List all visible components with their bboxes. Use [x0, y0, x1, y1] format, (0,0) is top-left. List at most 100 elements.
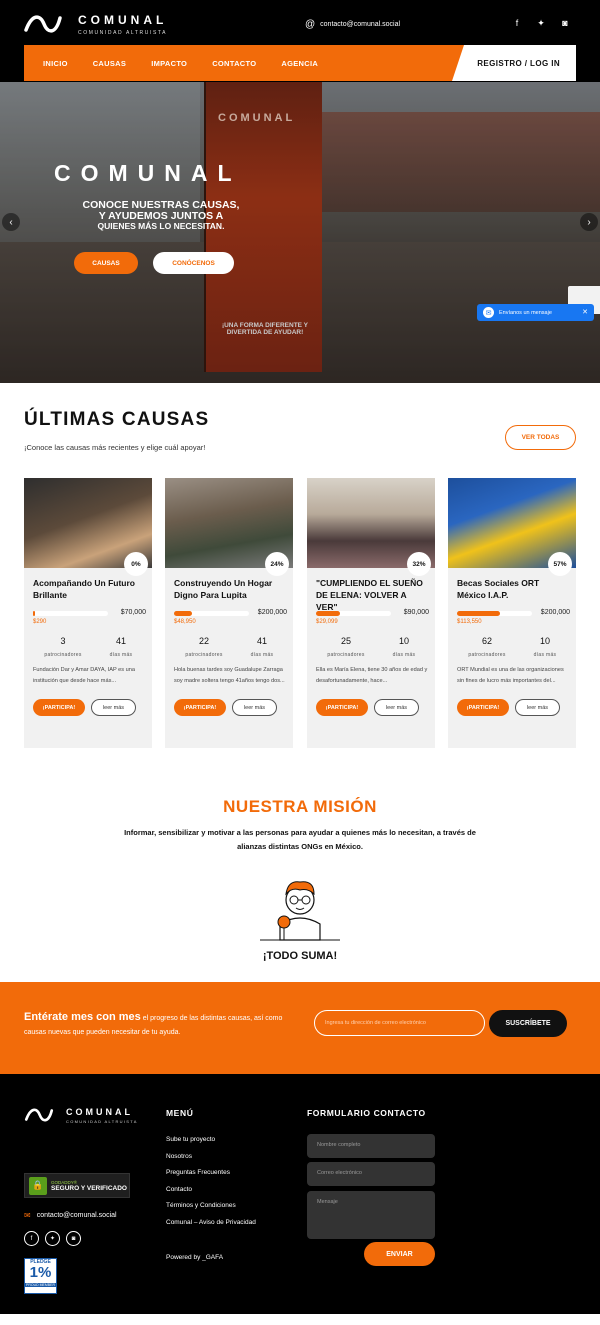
footer-email-text: contacto@comunal.social [36, 1212, 117, 1219]
twitter-icon[interactable]: ✦ [45, 1231, 60, 1246]
newsletter-email-input[interactable]: Ingresa tu dirección de correo electróni… [314, 1010, 485, 1036]
godaddy-seal[interactable]: 🔒 GODADDY® SEGURO Y VERIFICADO [24, 1173, 130, 1198]
read-more-button[interactable]: leer más [374, 699, 419, 716]
slider-next-icon[interactable]: › [580, 213, 598, 231]
cause-raised: $48,950 [174, 619, 196, 625]
cause-days: 41 días más [96, 636, 146, 658]
hero-title: CONOCE NUESTRAS CAUSAS, Y AYUDEMOS JUNTO… [56, 200, 266, 222]
cause-image[interactable]: 24% [165, 478, 293, 576]
participate-button[interactable]: ¡PARTICIPA! [457, 699, 509, 716]
header-socials: f ✦ ◙ [512, 18, 570, 29]
footer-menu-title: MENÚ [166, 1108, 194, 1118]
cause-title[interactable]: Acompañando Un Futuro Brillante [33, 577, 145, 601]
cause-days: 10 días más [520, 636, 570, 658]
cause-title[interactable]: "CUMPLIENDO EL SUEÑO DE ELENA: VOLVER A … [316, 577, 428, 613]
nav-item-impacto[interactable]: IMPACTO [151, 59, 187, 68]
logo-tagline: COMUNIDAD ALTRUISTA [78, 29, 168, 36]
nav-item-inicio[interactable]: INICIO [43, 59, 68, 68]
instagram-icon[interactable]: ◙ [66, 1231, 81, 1246]
contact-send-button[interactable]: ENVIAR [364, 1242, 435, 1266]
main-nav: INICIO CAUSAS IMPACTO CONTACTO AGENCIA R… [24, 45, 576, 81]
footer-menu-item[interactable]: Nosotros [166, 1153, 256, 1170]
at-icon: @ [305, 19, 316, 30]
mission-text: Informar, sensibilizar y motivar a las p… [124, 828, 476, 851]
cause-progress-bar [316, 611, 391, 616]
cause-card[interactable]: 24% Construyendo Un Hogar Digno Para Lup… [165, 478, 293, 748]
cause-percent-badge: 24% [265, 552, 289, 576]
cause-goal: $70,000 [120, 609, 146, 616]
footer: COMUNAL COMUNIDAD ALTRUISTA 🔒 GODADDY® S… [0, 1074, 600, 1314]
footer-menu-item[interactable]: Sube tu proyecto [166, 1136, 256, 1153]
footer-menu-item[interactable]: Términos y Condiciones [166, 1202, 256, 1219]
subscribe-button[interactable]: SUSCRÍBETE [489, 1010, 567, 1037]
cause-description: Fundación Dar y Amar DAYA, IAP es una in… [33, 667, 135, 684]
cause-raised: $29,099 [316, 619, 338, 625]
cause-percent-badge: 32% [407, 552, 431, 576]
footer-menu-item[interactable]: Contacto [166, 1186, 256, 1203]
cause-description: ORT Mundial es una de las organizaciones… [457, 667, 564, 684]
cause-image[interactable]: 57% [448, 478, 576, 576]
messenger-chat-button[interactable]: ✉ Envíanos un mensaje ✕ [477, 304, 594, 321]
days-label: días más [109, 652, 133, 658]
cause-title[interactable]: Construyendo Un Hogar Digno Para Lupita [174, 577, 286, 601]
newsletter-section: Entérate mes con mes el progreso de las … [0, 982, 600, 1074]
days-count: 41 [256, 636, 267, 646]
participate-button[interactable]: ¡PARTICIPA! [316, 699, 368, 716]
contact-email-field[interactable]: Correo electrónico [307, 1162, 435, 1186]
nav-item-contacto[interactable]: CONTACTO [212, 59, 256, 68]
contact-name-field[interactable]: Nombre completo [307, 1134, 435, 1158]
cause-image[interactable]: 32% [307, 478, 435, 576]
cause-sponsors: 3 patrocinadores [38, 636, 88, 658]
cause-card[interactable]: 0% Acompañando Un Futuro Brillante $70,0… [24, 478, 152, 748]
see-all-button[interactable]: VER TODAS [505, 425, 576, 450]
cause-goal: $200,000 [540, 609, 570, 616]
cause-image[interactable]: 0% [24, 478, 152, 576]
contact-message-field[interactable]: Mensaje [307, 1191, 435, 1239]
read-more-button[interactable]: leer más [91, 699, 136, 716]
powered-by[interactable]: Powered by _GAFA [166, 1254, 223, 1261]
cause-goal: $200,000 [257, 609, 287, 616]
nav-item-agencia[interactable]: AGENCIA [281, 59, 318, 68]
cause-days: 10 días más [379, 636, 429, 658]
days-count: 10 [398, 636, 409, 646]
footer-menu-item[interactable]: Comunal – Aviso de Privacidad [166, 1219, 256, 1236]
cause-percent-badge: 0% [124, 552, 148, 576]
cause-description: Hola buenas tardes soy Guadalupe Zarraga… [174, 667, 285, 684]
cause-progress-bar [457, 611, 532, 616]
facebook-icon[interactable]: f [512, 18, 522, 29]
footer-menu-item[interactable]: Preguntas Frecuentes [166, 1169, 256, 1186]
footer-logo[interactable]: COMUNAL COMUNIDAD ALTRUISTA [24, 1106, 138, 1124]
sponsors-label: patrocinadores [185, 652, 223, 658]
login-button[interactable]: REGISTRO / LOG IN [452, 45, 576, 81]
hero-conocenos-button[interactable]: CONÓCENOS [153, 252, 234, 274]
cause-title[interactable]: Becas Sociales ORT México I.A.P. [457, 577, 569, 601]
close-icon[interactable]: ✕ [582, 308, 588, 316]
contact-form-title: FORMULARIO CONTACTO [307, 1108, 426, 1118]
cause-card[interactable]: 57% Becas Sociales ORT México I.A.P. $20… [448, 478, 576, 748]
sponsors-label: patrocinadores [44, 652, 82, 658]
twitter-icon[interactable]: ✦ [536, 18, 546, 29]
nav-item-causas[interactable]: CAUSAS [93, 59, 126, 68]
sponsors-label: patrocinadores [468, 652, 506, 658]
instagram-icon[interactable]: ◙ [560, 18, 570, 29]
messenger-icon: ✉ [483, 307, 494, 318]
cause-card[interactable]: 32% "CUMPLIENDO EL SUEÑO DE ELENA: VOLVE… [307, 478, 435, 748]
pledge-badge[interactable]: PLEDGE 1% PROUD MEMBER [24, 1258, 57, 1294]
cause-sponsors: 62 patrocinadores [462, 636, 512, 658]
read-more-button[interactable]: leer más [232, 699, 277, 716]
hero-causas-button[interactable]: CAUSAS [74, 252, 138, 274]
footer-email[interactable]: ✉ contacto@comunal.social [24, 1211, 117, 1220]
participate-button[interactable]: ¡PARTICIPA! [33, 699, 85, 716]
cause-progress-bar [33, 611, 108, 616]
read-more-button[interactable]: leer más [515, 699, 560, 716]
cause-raised: $290 [33, 619, 47, 625]
hero-overlay [0, 82, 600, 383]
header-email[interactable]: @ contacto@comunal.social [305, 19, 400, 30]
slider-prev-icon[interactable]: ‹ [2, 213, 20, 231]
messenger-label: Envíanos un mensaje [499, 309, 552, 316]
participate-button[interactable]: ¡PARTICIPA! [174, 699, 226, 716]
mail-icon: ✉ [24, 1211, 31, 1220]
site-logo[interactable]: COMUNAL COMUNIDAD ALTRUISTA [24, 12, 167, 36]
facebook-icon[interactable]: f [24, 1231, 39, 1246]
footer-socials: f ✦ ◙ [24, 1231, 81, 1246]
